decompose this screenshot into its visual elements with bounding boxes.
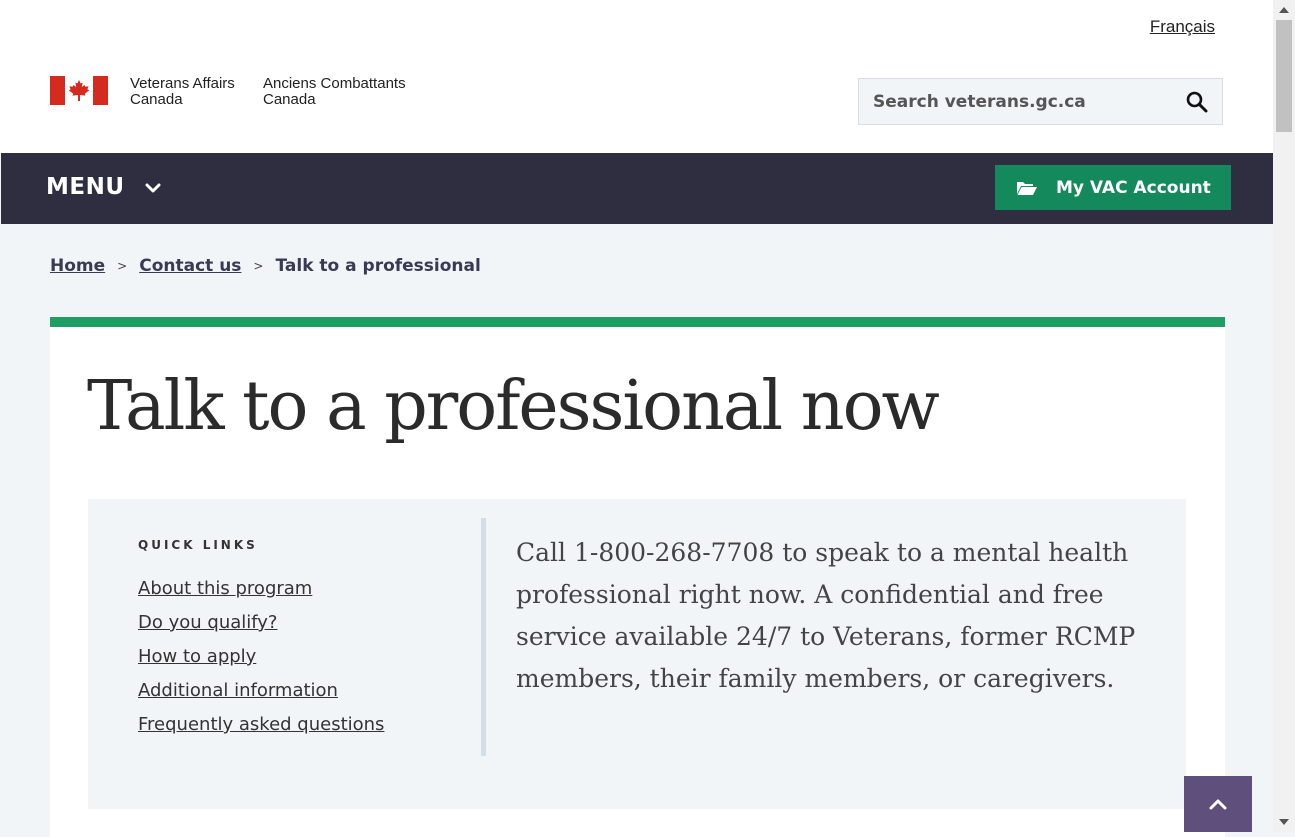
search-button[interactable]: [1186, 91, 1208, 113]
breadcrumb-current: Talk to a professional: [275, 256, 481, 276]
page-title: Talk to a professional now: [87, 367, 940, 446]
scroll-up-arrow-icon[interactable]: [1279, 7, 1289, 13]
panel-divider: [481, 518, 486, 756]
breadcrumb-separator: >: [117, 259, 128, 273]
signature-english: Veterans Affairs Canada: [130, 75, 235, 108]
quick-link-qualify[interactable]: Do you qualify?: [138, 612, 277, 633]
menu-label: MENU: [46, 174, 125, 200]
chevron-up-icon: [1209, 799, 1227, 810]
my-vac-account-button[interactable]: My VAC Account: [995, 165, 1231, 210]
chevron-down-icon: [145, 183, 161, 193]
list-item: Additional information: [138, 674, 384, 708]
scrollbar-thumb[interactable]: [1276, 20, 1292, 132]
site-header: Français Veterans Affairs Canada Anciens…: [0, 0, 1273, 153]
quick-link-additional-info[interactable]: Additional information: [138, 680, 338, 701]
menu-button[interactable]: MENU: [46, 174, 161, 200]
breadcrumb-home-link[interactable]: Home: [50, 256, 105, 276]
quick-link-faq[interactable]: Frequently asked questions: [138, 714, 384, 735]
list-item: Frequently asked questions: [138, 708, 384, 742]
signature-french: Anciens Combattants Canada: [263, 75, 406, 108]
breadcrumb-separator: >: [253, 259, 264, 273]
search-icon: [1186, 91, 1208, 113]
search-box: [858, 78, 1223, 125]
search-input[interactable]: [873, 79, 1163, 124]
intro-text: Call 1-800-268-7708 to speak to a mental…: [516, 538, 1136, 693]
intro-panel: QUICK LINKS About this program Do you qu…: [88, 499, 1186, 809]
quick-links-list: About this program Do you qualify? How t…: [138, 572, 384, 742]
quick-links-heading: QUICK LINKS: [138, 538, 258, 552]
folder-open-icon: [1017, 181, 1037, 195]
quick-link-apply[interactable]: How to apply: [138, 646, 256, 667]
list-item: How to apply: [138, 640, 384, 674]
main-navigation: MENU My VAC Account: [1, 153, 1273, 224]
quick-link-about[interactable]: About this program: [138, 578, 312, 599]
breadcrumb: Home > Contact us > Talk to a profession…: [50, 256, 481, 276]
breadcrumb-contact-link[interactable]: Contact us: [139, 256, 241, 276]
list-item: Do you qualify?: [138, 606, 384, 640]
language-toggle-link[interactable]: Français: [1150, 17, 1215, 37]
canada-flag-icon: [50, 76, 108, 105]
list-item: About this program: [138, 572, 384, 606]
scrollbar[interactable]: [1273, 0, 1295, 832]
government-signature[interactable]: Veterans Affairs Canada Anciens Combatta…: [50, 76, 423, 108]
back-to-top-button[interactable]: [1184, 776, 1252, 832]
content-card: Talk to a professional now QUICK LINKS A…: [50, 317, 1225, 837]
my-vac-account-label: My VAC Account: [1056, 177, 1211, 198]
scroll-down-arrow-icon[interactable]: [1279, 819, 1289, 825]
